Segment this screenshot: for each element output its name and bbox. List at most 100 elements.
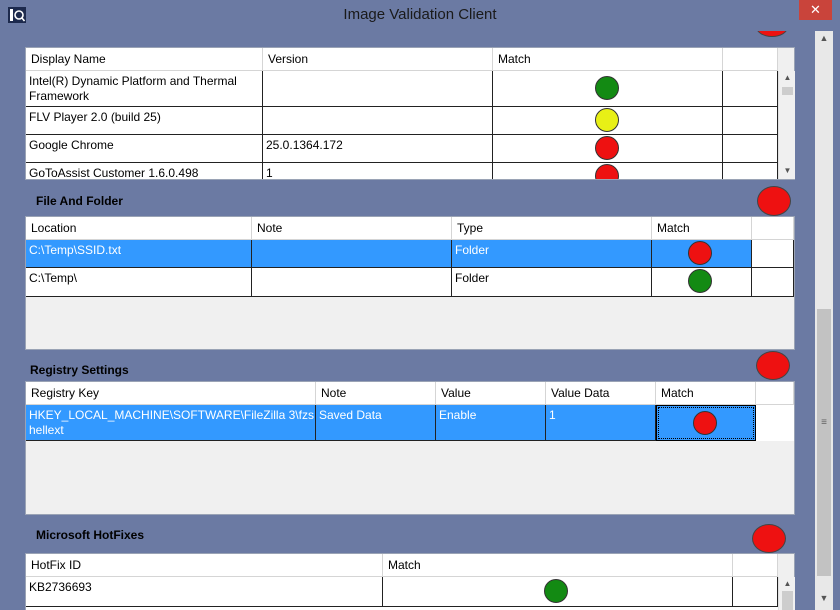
cell-filler [756,405,794,441]
cell-note [252,268,452,297]
status-green-icon [688,269,712,293]
microsoft-hotfixes-grid: HotFix ID Match KB2736693 [26,554,778,610]
scroll-up-arrow-icon[interactable]: ▲ [815,33,833,43]
table-row[interactable]: C:\Temp\ Folder [26,268,794,297]
main-scrollbar[interactable]: ▲ ≡ ▼ [815,31,833,610]
cell-filler [752,240,794,268]
column-header-registry-key[interactable]: Registry Key [26,382,316,405]
file-and-folder-title: File And Folder [36,194,123,208]
status-green-icon [544,579,568,603]
close-icon: ✕ [810,2,821,17]
applications-panel: Display Name Version Match Intel(R) Dyna… [25,47,795,180]
table-row[interactable]: KB2736693 [26,577,778,607]
scroll-down-arrow-icon[interactable]: ▼ [815,593,833,603]
cell-filler [723,163,778,179]
scrollbar-thumb[interactable] [782,591,793,610]
cell-version [263,71,493,107]
column-header-match[interactable]: Match [656,382,756,405]
cell-registry-key: HKEY_LOCAL_MACHINE\SOFTWARE\FileZilla 3\… [26,405,316,441]
file-and-folder-panel: Location Note Type Match C:\Temp\SSID.tx… [25,216,795,350]
column-header-value[interactable]: Value [436,382,546,405]
cell-location: C:\Temp\SSID.txt [26,240,252,268]
cell-match-focused[interactable] [656,405,756,441]
main-content: Display Name Version Match Intel(R) Dyna… [8,31,814,610]
cell-display-name: Google Chrome [26,135,263,163]
scroll-up-arrow-icon[interactable]: ▲ [779,579,796,588]
column-header-filler [723,48,778,71]
cell-note: Saved Data [316,405,436,441]
window-border [833,31,840,610]
column-header-filler [752,217,794,240]
status-red-icon [688,241,712,265]
window-title: Image Validation Client [343,6,497,23]
cell-type: Folder [452,268,652,297]
cell-match [493,135,723,163]
column-header-filler [733,554,778,577]
column-header-match[interactable]: Match [652,217,752,240]
status-red-icon [595,136,619,160]
cell-value-data: 1 [546,405,656,441]
cell-version [263,107,493,135]
table-row[interactable]: Google Chrome 25.0.1364.172 [26,135,778,163]
registry-settings-status-icon [756,351,790,380]
file-and-folder-status-icon [757,186,791,216]
cell-filler [752,268,794,297]
applications-scrollbar[interactable]: ▲ ▼ [778,71,795,179]
cell-type: Folder [452,240,652,268]
table-row-selected[interactable]: C:\Temp\SSID.txt Folder [26,240,794,268]
cell-match [652,268,752,297]
applications-status-icon [756,31,788,37]
status-red-icon [595,164,619,179]
cell-match [383,577,733,607]
cell-match [493,107,723,135]
cell-value: Enable [436,405,546,441]
table-row[interactable]: FLV Player 2.0 (build 25) [26,107,778,135]
cell-version: 1 [263,163,493,179]
column-header-match[interactable]: Match [493,48,723,71]
scrollbar-thumb[interactable] [782,87,793,95]
column-header-location[interactable]: Location [26,217,252,240]
scroll-up-arrow-icon[interactable]: ▲ [779,73,796,82]
cell-display-name: FLV Player 2.0 (build 25) [26,107,263,135]
scroll-down-arrow-icon[interactable]: ▼ [779,166,796,175]
cell-filler [733,577,778,607]
column-header-hotfix-id[interactable]: HotFix ID [26,554,383,577]
cell-match [493,163,723,179]
registry-settings-panel: Registry Key Note Value Value Data Match… [25,381,795,515]
scrollbar-thumb[interactable] [817,309,831,576]
column-header-note[interactable]: Note [316,382,436,405]
table-row[interactable]: Intel(R) Dynamic Platform and Thermal Fr… [26,71,778,107]
registry-settings-title: Registry Settings [30,363,129,377]
cell-filler [723,107,778,135]
cell-hotfix-id: KB2736693 [26,577,383,607]
applications-grid: Display Name Version Match Intel(R) Dyna… [26,48,778,179]
registry-settings-grid: Registry Key Note Value Value Data Match… [26,382,794,441]
cell-filler [723,135,778,163]
column-header-display-name[interactable]: Display Name [26,48,263,71]
column-header-note[interactable]: Note [252,217,452,240]
cell-version: 25.0.1364.172 [263,135,493,163]
status-yellow-icon [595,108,619,132]
column-header-type[interactable]: Type [452,217,652,240]
status-red-icon [693,411,717,435]
cell-note [252,240,452,268]
cell-display-name: Intel(R) Dynamic Platform and Thermal Fr… [26,71,263,107]
hotfixes-scrollbar[interactable]: ▲ [778,577,795,610]
title-bar: Image Validation Client ✕ [0,0,840,31]
cell-filler [723,71,778,107]
microsoft-hotfixes-title: Microsoft HotFixes [36,528,145,542]
scrollbar-grip-icon: ≡ [821,417,827,428]
column-header-match[interactable]: Match [383,554,733,577]
cell-match [652,240,752,268]
table-row-selected[interactable]: HKEY_LOCAL_MACHINE\SOFTWARE\FileZilla 3\… [26,405,794,441]
cell-location: C:\Temp\ [26,268,252,297]
column-header-version[interactable]: Version [263,48,493,71]
column-header-filler [756,382,794,405]
table-row[interactable]: GoToAssist Customer 1.6.0.498 1 [26,163,778,179]
microsoft-hotfixes-panel: HotFix ID Match KB2736693 ▲ [25,553,795,610]
file-and-folder-grid: Location Note Type Match C:\Temp\SSID.tx… [26,217,794,297]
close-button[interactable]: ✕ [799,0,832,20]
cell-match [493,71,723,107]
column-header-value-data[interactable]: Value Data [546,382,656,405]
microsoft-hotfixes-status-icon [752,524,786,553]
